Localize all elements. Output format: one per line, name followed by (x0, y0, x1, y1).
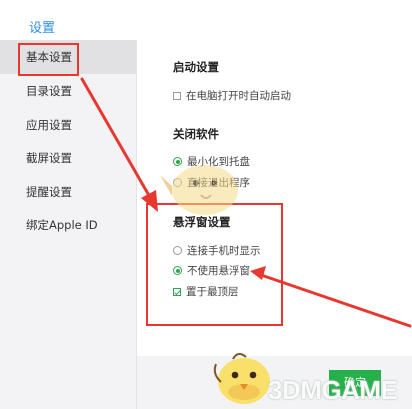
chick-mascot-logo-icon (213, 353, 270, 404)
chick-mascot-icon (160, 165, 238, 215)
annotation-overlay (80, 77, 412, 404)
annotation-arrow-icon (250, 266, 412, 328)
watermark-part-a: 3DM (268, 375, 322, 405)
annotation-arrow-icon (80, 77, 158, 212)
site-watermark: 3DMGAME (268, 375, 398, 406)
watermark-part-b: GAME (321, 375, 398, 405)
